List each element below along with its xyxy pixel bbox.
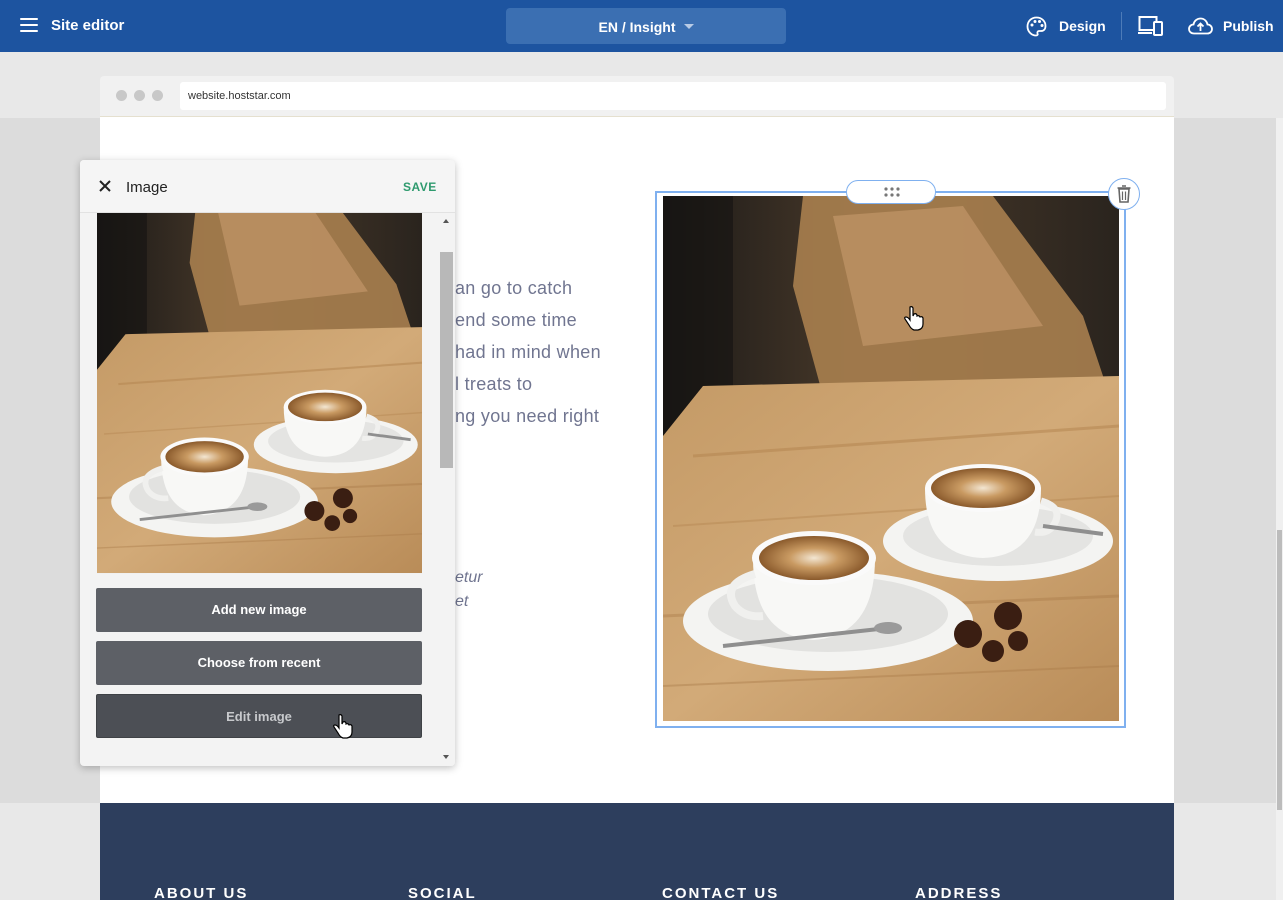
browser-chrome: website.hoststar.com (100, 76, 1174, 116)
footer-heading-social: SOCIAL (408, 885, 477, 900)
app-title: Site editor (51, 17, 125, 34)
site-footer: ABOUT US SOCIAL CONTACT US ADDRESS (100, 803, 1174, 900)
topbar-divider (1121, 12, 1122, 40)
save-button[interactable]: SAVE (403, 180, 437, 194)
coffee-image[interactable] (663, 196, 1119, 721)
canvas-scrollbar-thumb[interactable] (1277, 530, 1282, 810)
footer-heading-contact: CONTACT US (662, 885, 780, 900)
add-new-image-button[interactable]: Add new image (96, 588, 422, 632)
scroll-down-icon[interactable] (443, 755, 449, 759)
scroll-up-icon[interactable] (443, 219, 449, 223)
caret-down-icon (683, 23, 694, 29)
choose-from-recent-button[interactable]: Choose from recent (96, 641, 422, 685)
paragraph-line: end some time (455, 310, 577, 330)
quote-line: et (455, 593, 469, 610)
url-bar: website.hoststar.com (180, 82, 1166, 110)
paragraph-line: had in mind when (455, 342, 601, 362)
language-page-label: EN / Insight (598, 19, 676, 35)
preview-photo (97, 213, 422, 578)
delete-image-button[interactable] (1108, 178, 1140, 210)
drag-dots-icon (884, 187, 900, 197)
image-settings-panel: Image SAVE Add new image Choose from rec… (80, 160, 455, 766)
publish-button[interactable]: Publish (1188, 14, 1274, 38)
drag-handle[interactable] (846, 180, 936, 204)
paragraph-line: ng you need right (455, 406, 600, 426)
editor-topbar: Site editor EN / Insight Design Publish (0, 0, 1283, 52)
window-dot-icon (152, 90, 163, 101)
paragraph-line: an go to catch (455, 278, 573, 298)
hamburger-icon[interactable] (20, 18, 38, 32)
edit-image-button[interactable]: Edit image (96, 694, 422, 738)
devices-icon[interactable] (1138, 14, 1164, 38)
body-paragraph[interactable]: an go to catch end some time had in mind… (455, 272, 601, 432)
footer-heading-address: ADDRESS (915, 885, 1003, 900)
italic-quote[interactable]: etur et (455, 566, 483, 614)
cloud-upload-icon (1188, 17, 1213, 35)
image-preview (97, 213, 422, 578)
design-label: Design (1059, 18, 1106, 34)
design-button[interactable]: Design (1026, 14, 1106, 38)
publish-label: Publish (1223, 18, 1274, 34)
quote-line: etur (455, 569, 483, 586)
palette-icon (1026, 16, 1047, 36)
language-page-select[interactable]: EN / Insight (506, 8, 786, 44)
panel-header: Image SAVE (80, 160, 455, 213)
trash-icon (1117, 185, 1131, 203)
panel-scrollbar-thumb[interactable] (440, 252, 453, 468)
footer-heading-about: ABOUT US (154, 885, 249, 900)
canvas-gutter-right (1174, 118, 1276, 803)
panel-title: Image (126, 179, 168, 196)
close-icon[interactable] (98, 179, 112, 193)
coffee-photo (663, 196, 1119, 721)
paragraph-line: l treats to (455, 374, 533, 394)
window-dot-icon (134, 90, 145, 101)
window-dot-icon (116, 90, 127, 101)
